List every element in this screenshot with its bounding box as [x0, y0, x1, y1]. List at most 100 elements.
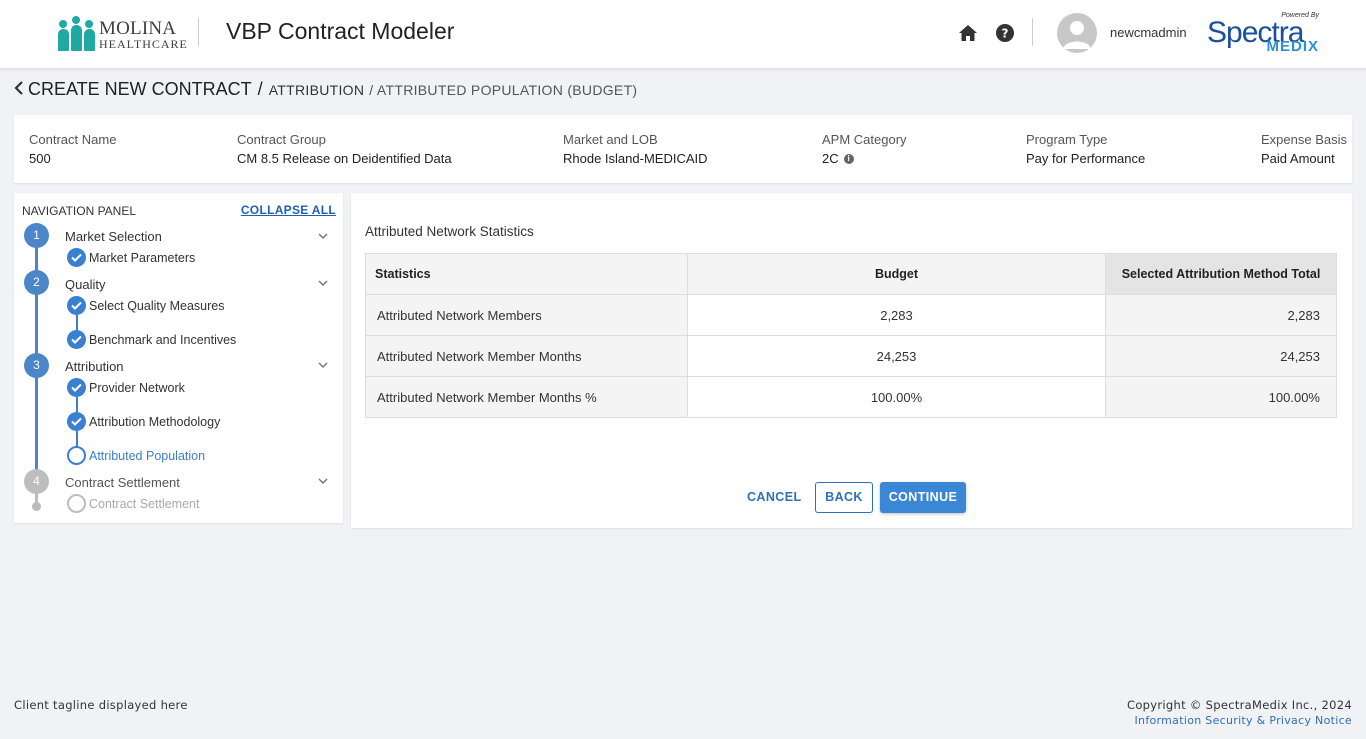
contract-summary: Contract Name 500 Contract Group CM 8.5 … [14, 115, 1352, 183]
header-divider [198, 18, 199, 46]
app-header: MOLINA HEALTHCARE VBP Contract Modeler ?… [0, 0, 1366, 68]
breadcrumb: CREATE NEW CONTRACT / ATTRIBUTION / ATTR… [14, 78, 637, 101]
sub-item-attribution-methodology[interactable]: Attribution Methodology [67, 412, 220, 431]
molina-logo-figures-icon [58, 16, 97, 51]
table-row: Attributed Network Member Months 24,253 … [365, 335, 1337, 377]
spectramedix-logo: Powered By Spectra MEDIX [1207, 12, 1319, 56]
logo-line2: HEALTHCARE [99, 36, 188, 51]
sub-item-contract-settlement: Contract Settlement [67, 494, 199, 513]
table-cell: 100.00% [687, 376, 1106, 418]
step-circle-1[interactable]: 1 [24, 223, 49, 248]
sub-item-label: Market Parameters [89, 250, 196, 265]
sub-item-attributed-population[interactable]: Attributed Population [67, 446, 205, 465]
step-circle-3[interactable]: 3 [24, 353, 49, 378]
contract-group-label: Contract Group [237, 132, 326, 147]
sub-item-label: Benchmark and Incentives [89, 332, 237, 347]
market-lob-value: Rhode Island-MEDICAID [563, 151, 708, 166]
copyright: Copyright © SpectraMedix Inc., 2024 [1127, 698, 1352, 712]
sub-item-label: Provider Network [89, 380, 185, 395]
column-header: Budget [687, 253, 1106, 295]
sub-connector [76, 315, 78, 330]
nav-title: NAVIGATION PANEL [22, 204, 137, 218]
continue-button[interactable]: CONTINUE [880, 482, 966, 513]
table-cell: 24,253 [1105, 335, 1337, 377]
check-circle-icon [67, 248, 86, 267]
sub-item-market-parameters[interactable]: Market Parameters [67, 248, 195, 267]
statistics-table: Statistics Budget Selected Attribution M… [365, 253, 1337, 418]
app-title: VBP Contract Modeler [226, 18, 455, 44]
circle-outline-icon [67, 494, 86, 513]
expense-basis-label: Expense Basis [1261, 132, 1347, 147]
home-icon[interactable] [957, 22, 979, 44]
chevron-down-icon[interactable] [317, 475, 329, 487]
help-icon[interactable]: ? [994, 22, 1016, 44]
market-lob-label: Market and LOB [563, 132, 658, 147]
step-circle-4[interactable]: 4 [24, 469, 49, 494]
circle-outline-icon [67, 446, 86, 465]
sub-item-label: Attributed Population [89, 448, 206, 463]
market-lob: Market and LOB Rhode Island-MEDICAID [563, 132, 708, 166]
contract-name: Contract Name 500 [29, 132, 116, 166]
navigation-panel: NAVIGATION PANEL COLLAPSE ALL 1 Market S… [14, 193, 343, 523]
breadcrumb-separator: / [257, 79, 263, 99]
table-cell: Attributed Network Member Months % [365, 376, 688, 418]
header-divider [1032, 18, 1033, 46]
table-row: Attributed Network Members 2,283 2,283 [365, 294, 1337, 336]
sub-item-select-quality-measures[interactable]: Select Quality Measures [67, 296, 224, 315]
table-cell: 2,283 [687, 294, 1106, 336]
client-tagline: Client tagline displayed here [14, 698, 188, 712]
column-header: Selected Attribution Method Total [1105, 253, 1337, 295]
contract-group: Contract Group CM 8.5 Release on Deident… [237, 132, 452, 166]
table-cell: Attributed Network Members [365, 294, 688, 336]
logo-line1: MOLINA [99, 17, 177, 39]
chevron-down-icon[interactable] [317, 359, 329, 371]
apm-category-value: 2C [822, 151, 839, 166]
sub-item-benchmark-and-incentives[interactable]: Benchmark and Incentives [67, 330, 236, 349]
chevron-down-icon[interactable] [317, 230, 329, 242]
step-label-attribution[interactable]: Attribution [65, 359, 124, 374]
back-button[interactable]: BACK [815, 482, 873, 513]
check-circle-icon [67, 378, 86, 397]
contract-name-value: 500 [29, 151, 51, 166]
username[interactable]: newcmadmin [1110, 25, 1187, 40]
apm-category: APM Category 2C i [822, 132, 907, 166]
program-type: Program Type Pay for Performance [1026, 132, 1145, 166]
avatar[interactable] [1057, 13, 1097, 53]
back-chevron-icon[interactable] [14, 78, 24, 101]
apm-category-label: APM Category [822, 132, 907, 147]
breadcrumb-main[interactable]: CREATE NEW CONTRACT [28, 79, 252, 100]
sub-item-provider-network[interactable]: Provider Network [67, 378, 185, 397]
program-type-label: Program Type [1026, 132, 1108, 147]
step-label-market-selection[interactable]: Market Selection [65, 229, 162, 244]
chevron-down-icon[interactable] [317, 277, 329, 289]
molina-logo[interactable]: MOLINA HEALTHCARE [58, 16, 188, 52]
table-cell: 24,253 [687, 335, 1106, 377]
main-panel: Attributed Network Statistics Statistics… [351, 193, 1352, 528]
cancel-button[interactable]: CANCEL [739, 482, 809, 513]
vendor-suffix: MEDIX [1266, 38, 1319, 55]
sub-connector [76, 397, 78, 412]
table-cell: 100.00% [1105, 376, 1337, 418]
sub-item-label: Attribution Methodology [89, 414, 221, 429]
check-circle-icon [67, 296, 86, 315]
table-header-row: Statistics Budget Selected Attribution M… [365, 253, 1337, 295]
svg-text:?: ? [1002, 27, 1009, 41]
table-row: Attributed Network Member Months % 100.0… [365, 376, 1337, 418]
breadcrumb-current: / ATTRIBUTED POPULATION (BUDGET) [369, 82, 638, 98]
contract-group-value: CM 8.5 Release on Deidentified Data [237, 151, 452, 166]
info-icon[interactable]: i [843, 153, 854, 164]
breadcrumb-step[interactable]: ATTRIBUTION [269, 82, 365, 98]
privacy-notice-link[interactable]: Information Security & Privacy Notice [1135, 714, 1352, 727]
step-label-quality[interactable]: Quality [65, 277, 105, 292]
sub-connector [76, 431, 78, 446]
collapse-all-link[interactable]: COLLAPSE ALL [241, 203, 336, 217]
column-header: Statistics [365, 253, 688, 295]
step-label-contract-settlement[interactable]: Contract Settlement [65, 475, 180, 490]
contract-name-label: Contract Name [29, 132, 117, 147]
table-cell: Attributed Network Member Months [365, 335, 688, 377]
program-type-value: Pay for Performance [1026, 151, 1146, 166]
step-circle-2[interactable]: 2 [24, 270, 49, 295]
check-circle-icon [67, 330, 86, 349]
check-circle-icon [67, 412, 86, 431]
table-cell: 2,283 [1105, 294, 1337, 336]
